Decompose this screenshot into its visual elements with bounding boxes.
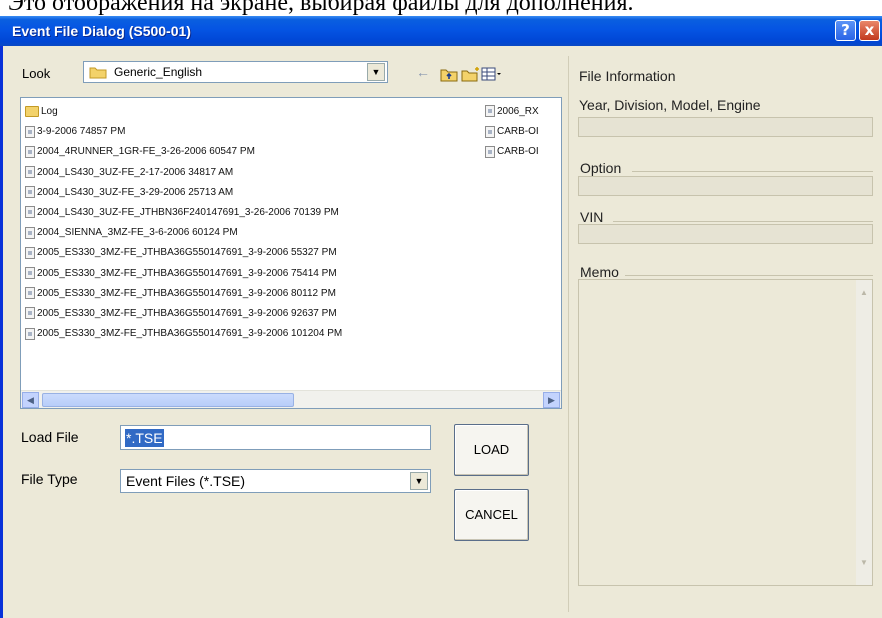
file-icon: [25, 186, 35, 199]
file-item[interactable]: 2004_LS430_3UZ-FE_2-17-2006 34817 AM: [25, 163, 480, 183]
file-type-value: Event Files (*.TSE): [126, 473, 246, 489]
load-button[interactable]: LOAD: [454, 424, 529, 476]
item-name: CARB-OI: [497, 126, 539, 138]
file-item[interactable]: 2005_ES330_3MZ-FE_JTHBA36G550147691_3-9-…: [25, 284, 480, 304]
year-division-model-engine-field: [578, 117, 873, 137]
item-name: 2005_ES330_3MZ-FE_JTHBA36G550147691_3-9-…: [37, 247, 337, 259]
file-icon: [25, 327, 35, 340]
dropdown-arrow-icon[interactable]: ▼: [367, 63, 385, 81]
divider: [613, 221, 873, 222]
item-name: 2005_ES330_3MZ-FE_JTHBA36G550147691_3-9-…: [37, 308, 337, 319]
file-icon: [25, 307, 35, 320]
scroll-up-icon[interactable]: ▲: [857, 286, 871, 300]
load-file-input[interactable]: *.TSE: [120, 425, 431, 450]
file-item[interactable]: 2004_SIENNA_3MZ-FE_3-6-2006 60124 PM: [25, 223, 480, 243]
look-label: Look: [22, 66, 51, 81]
vin-label: VIN: [580, 209, 604, 225]
file-icon: [25, 165, 35, 178]
back-arrow-icon[interactable]: ←: [416, 62, 430, 82]
divider: [625, 275, 873, 276]
horizontal-scrollbar[interactable]: ◀ ▶: [21, 390, 561, 408]
memo-label: Memo: [580, 264, 619, 280]
file-item[interactable]: CARB-OI: [485, 142, 559, 162]
scroll-left-icon[interactable]: ◀: [22, 392, 39, 408]
folder-icon: [89, 67, 107, 79]
file-item[interactable]: 2006_RX: [485, 102, 559, 122]
item-name: 2005_ES330_3MZ-FE_JTHBA36G550147691_3-9-…: [37, 328, 343, 340]
look-in-dropdown[interactable]: Generic_English ▼: [83, 61, 388, 83]
vertical-scrollbar[interactable]: ▲ ▼: [856, 280, 872, 585]
file-item[interactable]: 2004_LS430_3UZ-FE_3-29-2006 25713 AM: [25, 183, 480, 203]
look-in-value: Generic_English: [114, 65, 203, 79]
file-type-dropdown[interactable]: Event Files (*.TSE) ▼: [120, 469, 431, 493]
item-name: 2005_ES330_3MZ-FE_JTHBA36G550147691_3-9-…: [37, 267, 337, 279]
file-item[interactable]: 2004_LS430_3UZ-FE_JTHBN36F240147691_3-26…: [25, 203, 480, 223]
file-icon: [25, 125, 35, 138]
option-label: Option: [580, 160, 622, 176]
file-icon: [25, 246, 35, 259]
file-item[interactable]: 2005_ES330_3MZ-FE_JTHBA36G550147691_3-9-…: [25, 243, 480, 263]
file-item[interactable]: 2005_ES330_3MZ-FE_JTHBA36G550147691_3-9-…: [25, 264, 480, 284]
file-item[interactable]: CARB-OI: [485, 122, 559, 142]
file-icon: [485, 145, 495, 158]
cancel-button[interactable]: CANCEL: [454, 489, 529, 541]
views-menu-icon[interactable]: [481, 64, 503, 84]
item-name: 2004_SIENNA_3MZ-FE_3-6-2006 60124 PM: [37, 227, 238, 239]
title-bar[interactable]: Event File Dialog (S500-01) ? x: [0, 16, 882, 46]
year-division-model-engine-label: Year, Division, Model, Engine: [579, 97, 761, 113]
option-field: [578, 176, 873, 196]
memo-field[interactable]: ▲ ▼: [578, 279, 873, 586]
file-icon: [25, 145, 35, 158]
file-type-label: File Type: [21, 471, 78, 487]
item-name: 2004_4RUNNER_1GR-FE_3-26-2006 60547 PM: [37, 146, 255, 158]
file-icon: [485, 105, 495, 118]
file-icon: [485, 125, 495, 138]
item-name: 2004_LS430_3UZ-FE_3-29-2006 25713 AM: [37, 186, 234, 198]
new-folder-icon[interactable]: [461, 64, 481, 84]
folder-item[interactable]: Log: [25, 102, 480, 122]
file-icon: [25, 226, 35, 239]
caption-text: Это отображения на экране, выбирая файлы…: [8, 0, 634, 16]
file-icon: [25, 206, 35, 219]
dropdown-arrow-icon[interactable]: ▼: [410, 472, 428, 490]
item-name: CARB-OI: [497, 146, 539, 158]
close-button[interactable]: x: [859, 20, 880, 41]
divider: [632, 171, 873, 172]
item-name: 2004_LS430_3UZ-FE_JTHBN36F240147691_3-26…: [37, 207, 339, 218]
file-icon: [25, 287, 35, 300]
window-title: Event File Dialog (S500-01): [12, 23, 191, 39]
file-information-title: File Information: [579, 68, 676, 84]
file-item[interactable]: 2005_ES330_3MZ-FE_JTHBA36G550147691_3-9-…: [25, 304, 480, 324]
scroll-thumb[interactable]: [42, 393, 294, 407]
item-name: 3-9-2006 74857 PM: [37, 126, 126, 138]
item-name: 2006_RX: [497, 106, 539, 117]
folder-icon: [25, 105, 39, 117]
load-file-value: *.TSE: [125, 429, 164, 447]
help-button[interactable]: ?: [835, 20, 856, 41]
scroll-down-icon[interactable]: ▼: [857, 556, 871, 570]
scroll-right-icon[interactable]: ▶: [543, 392, 560, 408]
file-icon: [25, 266, 35, 279]
file-item[interactable]: 3-9-2006 74857 PM: [25, 122, 480, 142]
vin-field: [578, 224, 873, 244]
file-list[interactable]: Log 3-9-2006 74857 PM 2004_4RUNNER_1GR-FE_…: [20, 97, 562, 409]
item-name: Log: [41, 106, 58, 117]
item-name: 2005_ES330_3MZ-FE_JTHBA36G550147691_3-9-…: [37, 287, 336, 299]
file-item[interactable]: 2005_ES330_3MZ-FE_JTHBA36G550147691_3-9-…: [25, 324, 480, 344]
item-name: 2004_LS430_3UZ-FE_2-17-2006 34817 AM: [37, 166, 234, 178]
file-item[interactable]: 2004_4RUNNER_1GR-FE_3-26-2006 60547 PM: [25, 142, 480, 162]
up-folder-icon[interactable]: [440, 64, 458, 84]
load-file-label: Load File: [21, 429, 79, 445]
